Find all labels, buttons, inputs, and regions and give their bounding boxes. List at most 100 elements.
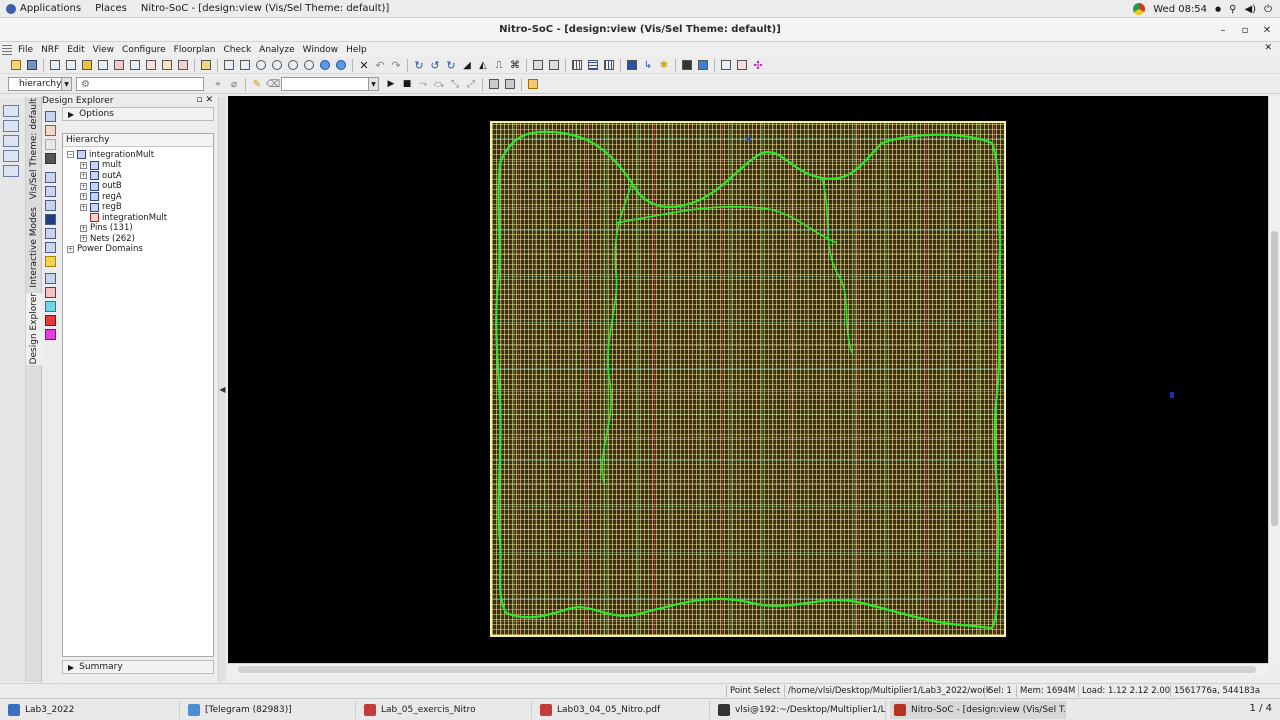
menu-configure[interactable]: Configure (118, 45, 170, 55)
play-icon[interactable]: ▶ (384, 77, 398, 91)
menu-floorplan[interactable]: Floorplan (170, 45, 220, 55)
print-icon[interactable] (48, 58, 62, 72)
zoom-fit-icon[interactable] (286, 58, 300, 72)
menu-file[interactable]: File (14, 45, 37, 55)
save-icon[interactable] (25, 58, 39, 72)
volume-icon[interactable]: ◀) (1244, 4, 1256, 15)
tree-node[interactable]: + Power Domains (67, 244, 143, 255)
forward-arrow-icon[interactable] (334, 58, 348, 72)
menu-edit[interactable]: Edit (63, 45, 88, 55)
tree-node[interactable]: + mult (80, 160, 121, 171)
monitor-icon[interactable] (696, 58, 710, 72)
command-input[interactable]: ⚙ (76, 77, 204, 91)
wire-icon[interactable]: ↳ (641, 58, 655, 72)
rotate-cw-icon[interactable]: ↻ (412, 58, 426, 72)
home-icon[interactable] (526, 77, 540, 91)
save-view-icon[interactable] (487, 77, 501, 91)
folder-icon[interactable] (199, 58, 213, 72)
hierarchy-dropdown[interactable]: hierarchy ▼ (8, 77, 72, 91)
clock[interactable]: Wed 08:54 (1153, 4, 1207, 15)
tree-node[interactable]: + regA (80, 191, 122, 202)
fit-view-icon[interactable] (222, 58, 236, 72)
snap-icon[interactable]: ⌘ (508, 58, 522, 72)
tree-node[interactable]: + outA (80, 170, 122, 181)
chrome-notification-icon[interactable] (1133, 3, 1146, 15)
expand-icon[interactable]: + (80, 224, 87, 232)
zoom-prev-icon[interactable] (302, 58, 316, 72)
probe-clear-icon[interactable]: ⌀ (227, 77, 241, 91)
network-icon[interactable]: ⚲ (1229, 4, 1236, 15)
tab-interactive-modes[interactable]: Interactive Modes (26, 205, 42, 289)
probe-icon[interactable]: ⌖ (211, 77, 225, 91)
net-icon[interactable]: ✱ (657, 58, 671, 72)
redo-icon[interactable]: ↷ (389, 58, 403, 72)
rotate-ccw-icon[interactable]: ↺ (428, 58, 442, 72)
undo-icon[interactable]: ↶ (373, 58, 387, 72)
options-section[interactable]: ▶ Options (62, 107, 214, 121)
expand-icon[interactable]: + (80, 161, 87, 169)
rotate-icon[interactable]: ↻ (444, 58, 458, 72)
eraser-icon[interactable]: ⌫ (266, 77, 280, 91)
expand-icon[interactable]: + (80, 193, 87, 200)
ruler-icon[interactable] (547, 58, 561, 72)
summary-section[interactable]: ▶ Summary (62, 660, 214, 674)
active-window-menu[interactable]: Nitro-SoC - [design:view (Vis/Sel Theme:… (141, 3, 389, 14)
copy-icon[interactable] (64, 58, 78, 72)
maximize-button[interactable]: ▫ (1234, 18, 1256, 42)
flag-tool-icon[interactable] (3, 150, 19, 162)
horizontal-scroll-thumb[interactable] (238, 666, 1256, 673)
layout-canvas[interactable]: ✕ (228, 96, 1268, 663)
minimize-button[interactable]: – (1212, 18, 1234, 42)
close-window-button[interactable]: ✕ (1256, 18, 1278, 42)
zoom-in-icon[interactable] (254, 58, 268, 72)
taskbar-button[interactable]: Lab03_04_05_Nitro.pdf (536, 701, 710, 719)
mirror-icon[interactable]: ◭ (476, 58, 490, 72)
drc-icon[interactable] (735, 58, 749, 72)
timing-icon[interactable] (719, 58, 733, 72)
delete-icon[interactable]: ✕ (357, 58, 371, 72)
layers-tool-icon[interactable] (3, 135, 19, 147)
panel-close-icon[interactable]: ▫ ✕ (196, 95, 213, 105)
horizontal-scrollbar[interactable] (228, 663, 1268, 675)
menu-help[interactable]: Help (342, 45, 371, 55)
window-titlebar[interactable]: Nitro-SoC - [design:view (Vis/Sel Theme:… (0, 18, 1280, 42)
tree-node[interactable]: + Nets (262) (80, 233, 135, 244)
route-icon[interactable] (160, 58, 174, 72)
align-icon[interactable]: ⎍ (492, 58, 506, 72)
taskbar-button[interactable]: Lab_05_exercis_Nitro (360, 701, 532, 719)
tree-node[interactable]: + regB (80, 202, 122, 213)
flow-icon[interactable] (176, 58, 190, 72)
highlight-icon[interactable]: ✣ (751, 58, 765, 72)
schematic-icon[interactable] (112, 58, 126, 72)
zoom-tool-icon[interactable] (3, 120, 19, 132)
applications-menu[interactable]: Applications (6, 3, 81, 14)
layer-dropdown[interactable]: ▼ (281, 77, 379, 91)
taskbar-button[interactable]: Lab3_2022 (4, 701, 180, 719)
grid-icon[interactable] (570, 58, 584, 72)
taskbar-button[interactable]: [Telegram (82983)] (184, 701, 356, 719)
expand-icon[interactable]: + (80, 235, 87, 242)
menu-analyze[interactable]: Analyze (255, 45, 298, 55)
tree-node[interactable]: + Pins (131) (80, 223, 133, 234)
restore-view-icon[interactable] (503, 77, 517, 91)
columns-icon[interactable] (602, 58, 616, 72)
flip-icon[interactable]: ◢ (460, 58, 474, 72)
expand-icon[interactable]: + (67, 245, 74, 253)
console-icon[interactable] (680, 58, 694, 72)
open-icon[interactable] (9, 58, 23, 72)
layers-icon[interactable] (80, 58, 94, 72)
expand-icon[interactable]: + (80, 172, 87, 179)
netlist-icon[interactable] (144, 58, 158, 72)
menu-nrf[interactable]: NRF (37, 45, 63, 55)
taskbar-button[interactable]: vlsi@192:~/Desktop/Multiplier1/Lab... (714, 701, 886, 719)
workspace-pager[interactable]: 1 / 4 (1250, 703, 1272, 714)
step-over-icon[interactable]: ⤼ (432, 77, 446, 91)
places-menu[interactable]: Places (95, 3, 127, 14)
route-tool-icon[interactable] (3, 165, 19, 177)
stop-icon[interactable]: ■ (400, 77, 414, 91)
tab-vis-sel-theme[interactable]: Vis/Sel Theme: default (26, 98, 42, 199)
report-icon[interactable] (96, 58, 110, 72)
expand-icon[interactable]: + (80, 203, 87, 211)
select-mode-icon[interactable] (531, 58, 545, 72)
power-icon[interactable]: ⏻ (1264, 4, 1272, 15)
